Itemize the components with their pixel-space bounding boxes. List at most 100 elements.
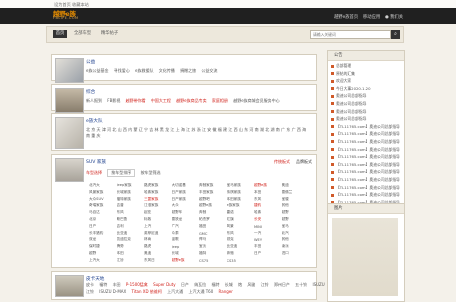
model-link[interactable]: 丰田家族 [199, 190, 227, 195]
model-link[interactable]: 长丰猎豹 [89, 231, 117, 236]
model-link[interactable]: WEY [254, 238, 282, 242]
model-link[interactable]: 风景家族 [89, 190, 117, 195]
model-link[interactable]: 哈弗家族 [144, 190, 172, 195]
model-link[interactable]: 一汽 [254, 231, 282, 236]
model-link[interactable]: 捷豹 [254, 203, 282, 208]
model-link[interactable]: e族家族 [227, 203, 255, 208]
model-link[interactable]: 江淮家族 [144, 203, 172, 208]
tab-filter[interactable]: 按车型筛选 [141, 170, 161, 175]
model-link[interactable]: 丰田 [254, 244, 282, 249]
model-link[interactable]: 起亚 [144, 210, 172, 215]
model-link[interactable]: 东风 [117, 210, 145, 215]
model-link[interactable]: 宝骏 [282, 197, 310, 202]
model-link[interactable]: 奔驰 [199, 210, 227, 215]
classic-layout-link[interactable]: 传统板式 [274, 159, 290, 165]
announcement-item[interactable]: 【TL11765.com】奥迪公司总部指导 [331, 185, 401, 193]
model-link[interactable]: 其他 [282, 237, 310, 242]
sidebar-image[interactable] [332, 218, 398, 296]
model-link[interactable]: GMC [199, 232, 227, 236]
model-link[interactable]: 路虎 [144, 244, 172, 249]
header-link-follow[interactable]: ● 我们关 [385, 14, 403, 20]
model-link[interactable]: 上汽大 [89, 258, 117, 263]
model-link[interactable]: 领克 [227, 237, 255, 242]
model-link[interactable]: 比亚迪 [227, 244, 255, 249]
link[interactable]: 江铃 [86, 289, 94, 294]
model-link[interactable]: 路虎家族 [144, 183, 172, 188]
section-title[interactable]: e族大队 [86, 118, 103, 124]
announcement-item[interactable]: 奥迪公司总部指导 [331, 101, 401, 109]
model-link[interactable]: 三菱家族 [144, 197, 172, 202]
model-link[interactable]: 腾势 [117, 244, 145, 249]
model-link[interactable]: 宝马 [282, 224, 310, 229]
model-link[interactable]: 悍马 [199, 237, 227, 242]
model-link[interactable]: CS75 [199, 259, 227, 263]
announcement-item[interactable]: 原帖的汇集 [331, 71, 401, 79]
link[interactable]: 北 京 天 津 河 北 山 西 内 蒙 辽 宁 吉 林 黑 龙 江 上 海 江 … [86, 127, 306, 138]
model-link[interactable]: 福特家族 [117, 197, 145, 202]
model-link[interactable]: 哈弗 [254, 210, 282, 215]
announcement-item[interactable]: 【TL11765.com】奥迪公司总部指导 [331, 154, 401, 162]
model-link[interactable]: 帕杰罗 [199, 217, 227, 222]
link[interactable]: 长城 [225, 282, 233, 287]
model-link[interactable]: 江铃 [117, 258, 145, 263]
model-link[interactable]: 北汽 [282, 231, 310, 236]
announcement-item[interactable]: 奥迪公司总部指导 [331, 116, 401, 124]
announcement-item[interactable]: 今日大事2020.1.20 [331, 86, 401, 94]
model-link[interactable]: 斯巴鲁 [117, 217, 145, 222]
model-link[interactable]: 双龙 [89, 237, 117, 242]
announcement-item[interactable]: 奥迪公司总部指导 [331, 109, 401, 117]
link[interactable]: 越野e族商品专卖 [176, 98, 206, 103]
model-link[interactable]: 宝马家族 [227, 183, 255, 188]
link[interactable]: 越野e族商城会员服务中心 [233, 98, 279, 103]
model-link[interactable]: 比亚迪 [117, 231, 145, 236]
announcement-item[interactable]: 【TL11765.com】奥迪公司总部指导 [331, 131, 401, 139]
model-link[interactable]: 奔驰 [227, 251, 255, 256]
model-link[interactable]: 福田 [199, 224, 227, 229]
link[interactable]: 炮 [238, 282, 242, 287]
model-link[interactable]: 奥迪 [144, 251, 172, 256]
model-link[interactable]: 北京 [89, 217, 117, 222]
model-link[interactable]: 大切诺基 [172, 183, 200, 188]
model-link[interactable]: 福特 [199, 251, 227, 256]
announcement-item[interactable]: 【TL11765.com】奥迪公司总部指导 [331, 147, 401, 155]
link[interactable]: Ranger [219, 289, 233, 294]
link[interactable]: 福特 [211, 282, 219, 287]
brand-layout-link[interactable]: 品牌板式 [296, 159, 312, 165]
announcement-item[interactable]: 总部管理 [331, 63, 401, 71]
model-link[interactable]: 越野 [89, 251, 117, 256]
section-title[interactable]: SUV 家族 [86, 159, 106, 165]
model-link[interactable]: 越野 [282, 217, 310, 222]
model-link[interactable]: 越野车 [172, 210, 200, 215]
header-link-app[interactable]: 移动应用 [363, 14, 380, 20]
model-link[interactable]: 越野吧 [199, 197, 227, 202]
link[interactable]: P-1500猛禽 [126, 282, 148, 287]
link[interactable]: 丰田 [113, 282, 121, 287]
link[interactable]: 纳瓦拉 [194, 282, 206, 287]
model-link[interactable]: 其他 [282, 203, 310, 208]
model-link[interactable]: 奔驰家族 [199, 183, 227, 188]
model-link[interactable]: 传祺家族 [227, 190, 255, 195]
model-link[interactable]: 林肯 [144, 237, 172, 242]
announcement-item[interactable]: 【TL11765.com】奥迪公司总部指导 [331, 177, 401, 185]
link[interactable]: ISUZU D-MAX [99, 289, 126, 294]
model-link[interactable]: 众泰 [172, 231, 200, 236]
model-link[interactable]: 吉利 [117, 224, 145, 229]
model-link[interactable]: 红旗 [227, 217, 255, 222]
tab-model-select[interactable]: 车型选择 [86, 170, 102, 175]
model-link[interactable]: 本田家族 [227, 197, 255, 202]
announcement-item[interactable]: 欢迎大家 [331, 78, 401, 86]
model-link[interactable]: 上汽 [144, 224, 172, 229]
link[interactable]: Super Duty [153, 282, 176, 287]
nav-item-essence[interactable]: 精华帖子 [101, 30, 118, 38]
link[interactable]: 江铃 [261, 282, 269, 287]
search-button[interactable]: ⌕ [391, 30, 400, 39]
model-link[interactable]: 雪佛兰 [282, 190, 310, 195]
link[interactable]: 皮卡 [86, 282, 94, 287]
link[interactable]: ISUZU [312, 282, 324, 287]
announcement-item[interactable]: 奥迪公司总部指导 [331, 93, 401, 101]
nav-home[interactable]: 首页 [53, 30, 67, 38]
suv-thumbnail[interactable] [55, 158, 84, 182]
model-link[interactable]: 长城家族 [117, 190, 145, 195]
teams-thumbnail[interactable] [55, 117, 84, 149]
model-link[interactable]: 大众SUV [89, 197, 117, 202]
